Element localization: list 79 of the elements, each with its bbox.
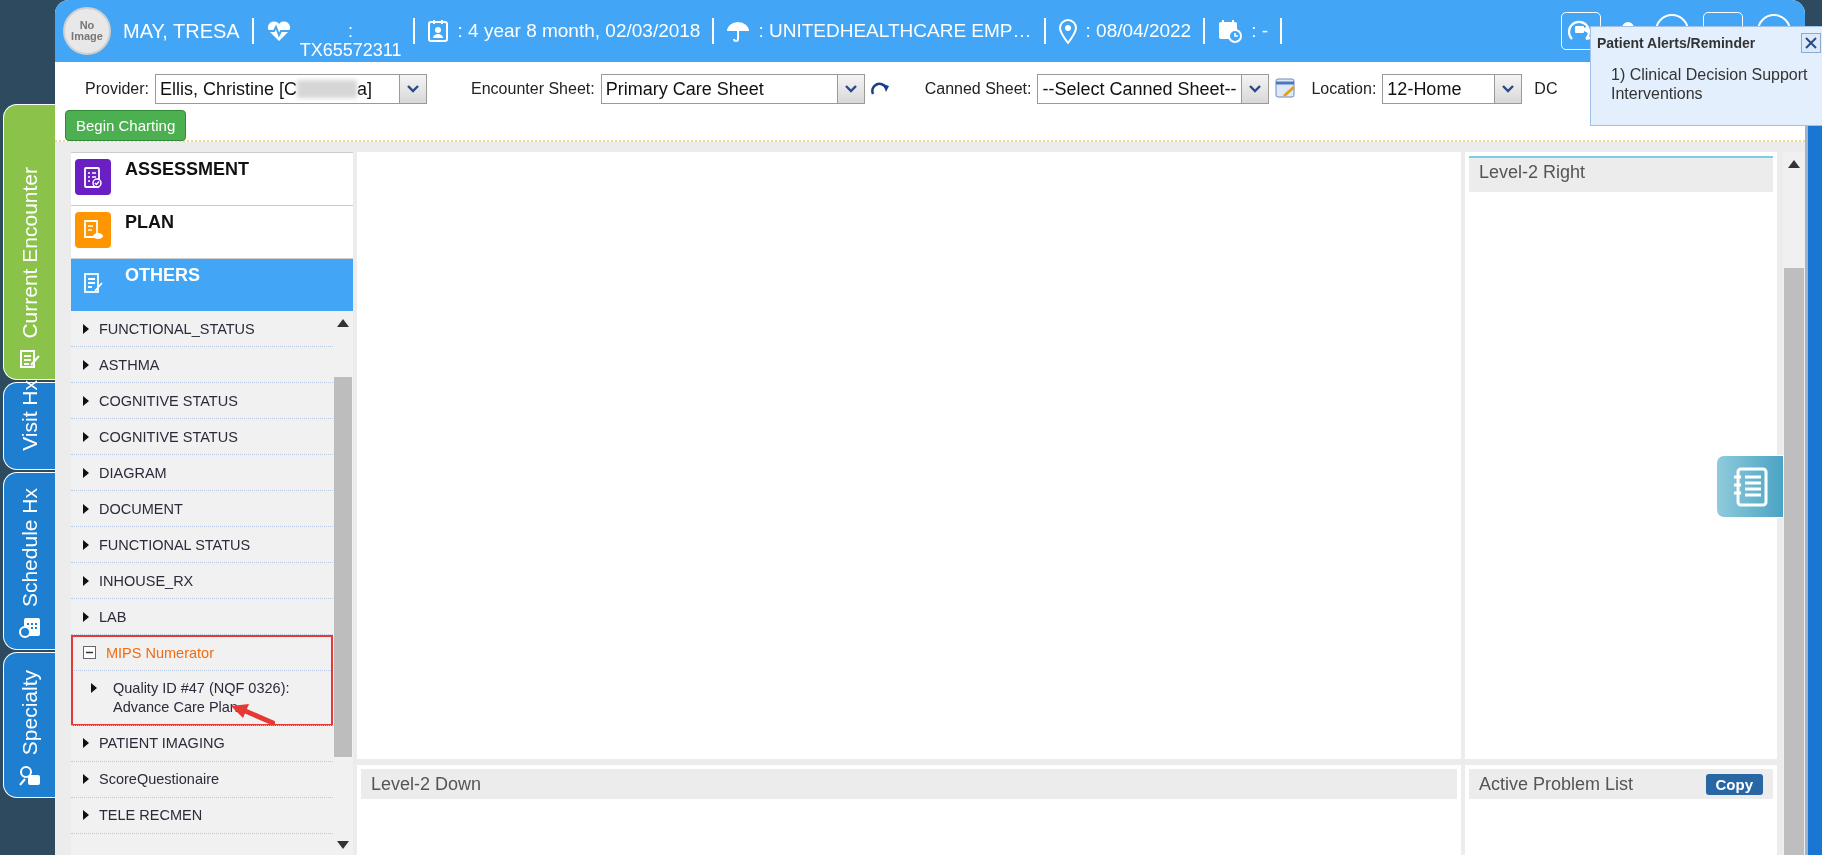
field-label: DC bbox=[1534, 80, 1558, 98]
redacted-blur bbox=[297, 80, 358, 98]
tree-item[interactable]: TELE RECMEN bbox=[99, 807, 203, 824]
scroll-up-icon[interactable] bbox=[337, 319, 349, 327]
tree-item[interactable]: LAB bbox=[99, 608, 127, 625]
panel-title: Level-2 Right bbox=[1479, 162, 1586, 183]
tree-item[interactable]: DOCUMENT bbox=[99, 500, 183, 517]
tree-item[interactable]: FUNCTIONAL_STATUS bbox=[99, 320, 255, 337]
expand-triangle-icon[interactable] bbox=[83, 395, 89, 406]
tree-item[interactable]: COGNITIVE STATUS bbox=[99, 428, 238, 445]
caret-icon bbox=[1502, 85, 1515, 93]
tree-item[interactable]: FUNCTIONAL STATUS bbox=[99, 536, 251, 553]
clipboard-edit-icon bbox=[81, 271, 105, 295]
expand-triangle-icon[interactable] bbox=[83, 738, 89, 749]
clipboard-check-icon bbox=[82, 165, 104, 189]
side-tab[interactable]: Schedule Hx bbox=[3, 472, 55, 650]
expand-triangle-icon[interactable] bbox=[83, 539, 89, 550]
alert-item[interactable]: 1) Clinical Decision Support Interventions bbox=[1611, 65, 1821, 104]
tree-item[interactable]: PATIENT IMAGING bbox=[99, 735, 225, 752]
caret-icon bbox=[1249, 85, 1262, 93]
tree-item[interactable]: ScoreQuestionaire bbox=[99, 771, 220, 788]
expand-triangle-icon[interactable] bbox=[83, 359, 89, 370]
tree-item[interactable]: DIAGRAM bbox=[99, 464, 167, 481]
calendar-clock-icon bbox=[1217, 18, 1244, 44]
insurance: : UNITEDHEALTHCARE EMP… bbox=[758, 20, 1032, 42]
calendar-clock-icon bbox=[17, 615, 42, 639]
location-label: Location: bbox=[1311, 80, 1377, 98]
canned-sheet-label: Canned Sheet: bbox=[924, 80, 1032, 98]
copy-button[interactable]: Copy bbox=[1705, 773, 1763, 795]
clipboard-pen-icon bbox=[18, 347, 41, 369]
collapse-icon[interactable] bbox=[83, 646, 96, 659]
expand-triangle-icon[interactable] bbox=[91, 683, 97, 693]
scrollbar-thumb[interactable] bbox=[334, 377, 352, 757]
tree-item[interactable]: INHOUSE_RX bbox=[99, 572, 194, 589]
dropdown-field[interactable]: --Select Canned Sheet-- bbox=[1037, 74, 1270, 104]
expand-triangle-icon[interactable] bbox=[83, 323, 89, 334]
provider-dropdown[interactable]: Ellis, Christine [C a] bbox=[155, 74, 428, 104]
expand-triangle-icon[interactable] bbox=[83, 467, 89, 478]
prescription-pills-icon bbox=[81, 218, 105, 242]
scroll-up-icon[interactable] bbox=[1788, 160, 1800, 168]
provider-name-end: a] bbox=[357, 78, 373, 100]
edit-sheet-icon[interactable] bbox=[1275, 78, 1298, 100]
patient-id: TX65572311 bbox=[299, 41, 402, 60]
location-pin-icon bbox=[1057, 18, 1078, 44]
panel-title: Active Problem List bbox=[1479, 773, 1634, 795]
no-image-text: No Image bbox=[70, 20, 104, 42]
id-separator: : bbox=[348, 22, 354, 41]
dropdown-field[interactable]: Primary Care Sheet bbox=[600, 74, 865, 104]
redo-icon[interactable] bbox=[870, 82, 891, 96]
patient-name: MAY, TRESA bbox=[123, 19, 240, 43]
expand-triangle-icon[interactable] bbox=[83, 810, 89, 821]
expand-triangle-icon[interactable] bbox=[83, 503, 89, 514]
side-tab[interactable]: Specialty bbox=[3, 652, 55, 798]
expand-triangle-icon[interactable] bbox=[83, 611, 89, 622]
tree-item[interactable]: ASTHMA bbox=[99, 356, 160, 373]
umbrella-icon bbox=[726, 19, 751, 43]
notebook-button[interactable] bbox=[1716, 455, 1784, 518]
expand-triangle-icon[interactable] bbox=[83, 774, 89, 785]
tree-item[interactable]: Quality ID #47 (NQF 0326): Advance Care Plan bbox=[113, 679, 325, 717]
close-icon bbox=[1805, 37, 1817, 49]
scrollbar-thumb[interactable] bbox=[1784, 268, 1804, 855]
alert-title: Patient Alerts/Reminder bbox=[1597, 35, 1756, 51]
encounter-sheet-label: Encounter Sheet: bbox=[471, 80, 595, 98]
expand-triangle-icon[interactable] bbox=[83, 575, 89, 586]
provider-label: Provider: bbox=[85, 80, 150, 98]
caret-icon bbox=[407, 85, 420, 93]
close-button[interactable] bbox=[1801, 33, 1821, 53]
id-card-icon bbox=[427, 19, 450, 43]
appointment: : - bbox=[1251, 20, 1269, 42]
caret-icon bbox=[844, 85, 857, 93]
heart-pulse-icon bbox=[265, 20, 292, 42]
expand-triangle-icon[interactable] bbox=[83, 431, 89, 442]
tree-item[interactable]: COGNITIVE STATUS bbox=[99, 392, 238, 409]
provider-name: Ellis, Christine [C bbox=[160, 78, 298, 100]
visit-date: : 08/04/2022 bbox=[1085, 20, 1192, 42]
scroll-down-icon[interactable] bbox=[337, 841, 349, 849]
age-dob: : 4 year 8 month, 02/03/2018 bbox=[457, 20, 701, 42]
panel-title: Level-2 Down bbox=[371, 773, 482, 795]
dropdown-field[interactable]: 12-Home bbox=[1382, 74, 1523, 104]
